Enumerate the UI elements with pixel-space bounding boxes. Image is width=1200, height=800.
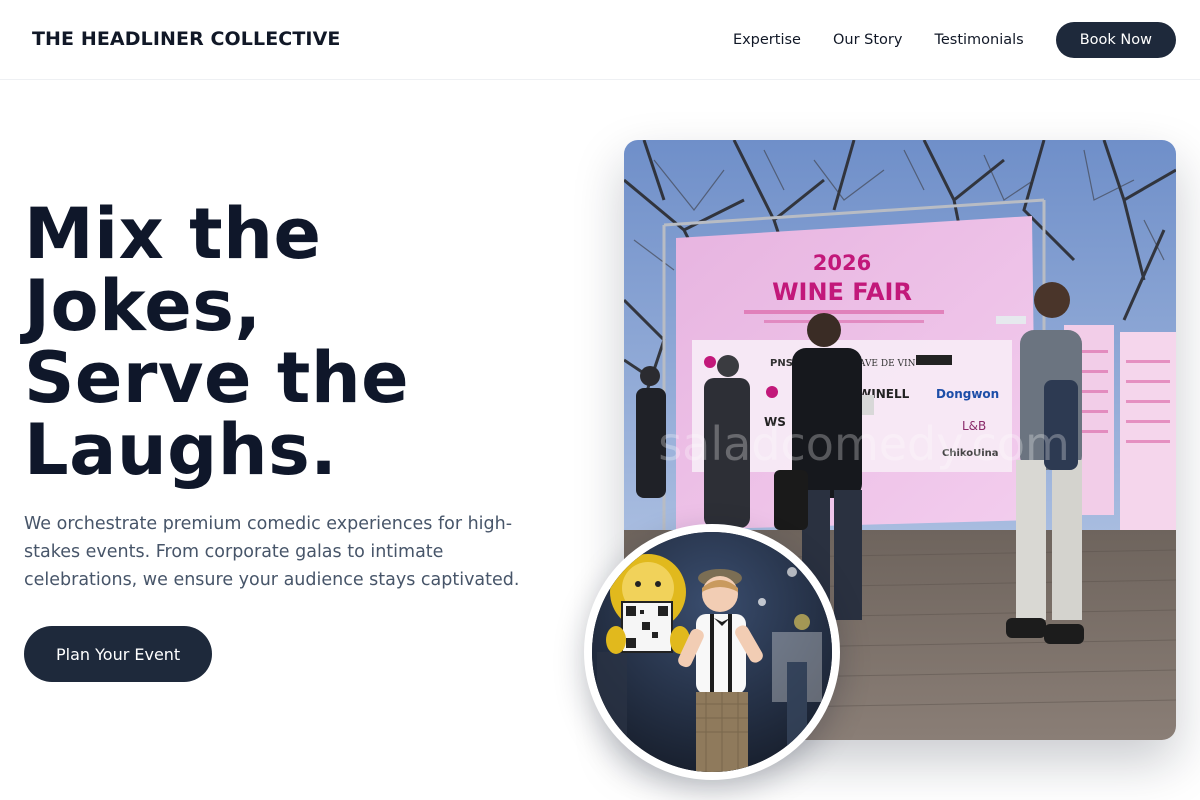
nav-link-testimonials[interactable]: Testimonials [934,22,1023,58]
sponsor-logo: Dongwon [936,387,999,401]
hero-title: Mix the Jokes, Serve the Laughs. [24,198,564,486]
banner-title: WINE FAIR [772,278,912,306]
banner-year: 2026 [813,251,871,275]
mascot-sign [606,554,690,654]
hero-photo-performer [584,524,840,780]
hero-title-line: Jokes, [24,265,262,347]
plan-your-event-button[interactable]: Plan Your Event [24,626,213,682]
nav-link-expertise[interactable]: Expertise [733,22,801,58]
photo-watermark: saladcomedy.com [658,417,1070,471]
site-header: THE HEADLINER COLLECTIVE Expertise Our S… [0,0,1200,80]
hero-title-line: Laughs. [24,409,338,491]
hero-title-line: Serve the [24,337,410,419]
hero-subtitle: We orchestrate premium comedic experienc… [24,514,520,590]
book-now-button[interactable]: Book Now [1055,22,1176,58]
hero-title-line: Mix the [24,193,322,275]
main-nav: Expertise Our Story Testimonials Book No… [733,22,1176,58]
nav-link-our-story[interactable]: Our Story [833,22,902,58]
performer-photo-illustration [592,532,832,772]
brand-logo[interactable]: THE HEADLINER COLLECTIVE [32,28,340,50]
sponsor-logo: PNS [770,358,793,369]
